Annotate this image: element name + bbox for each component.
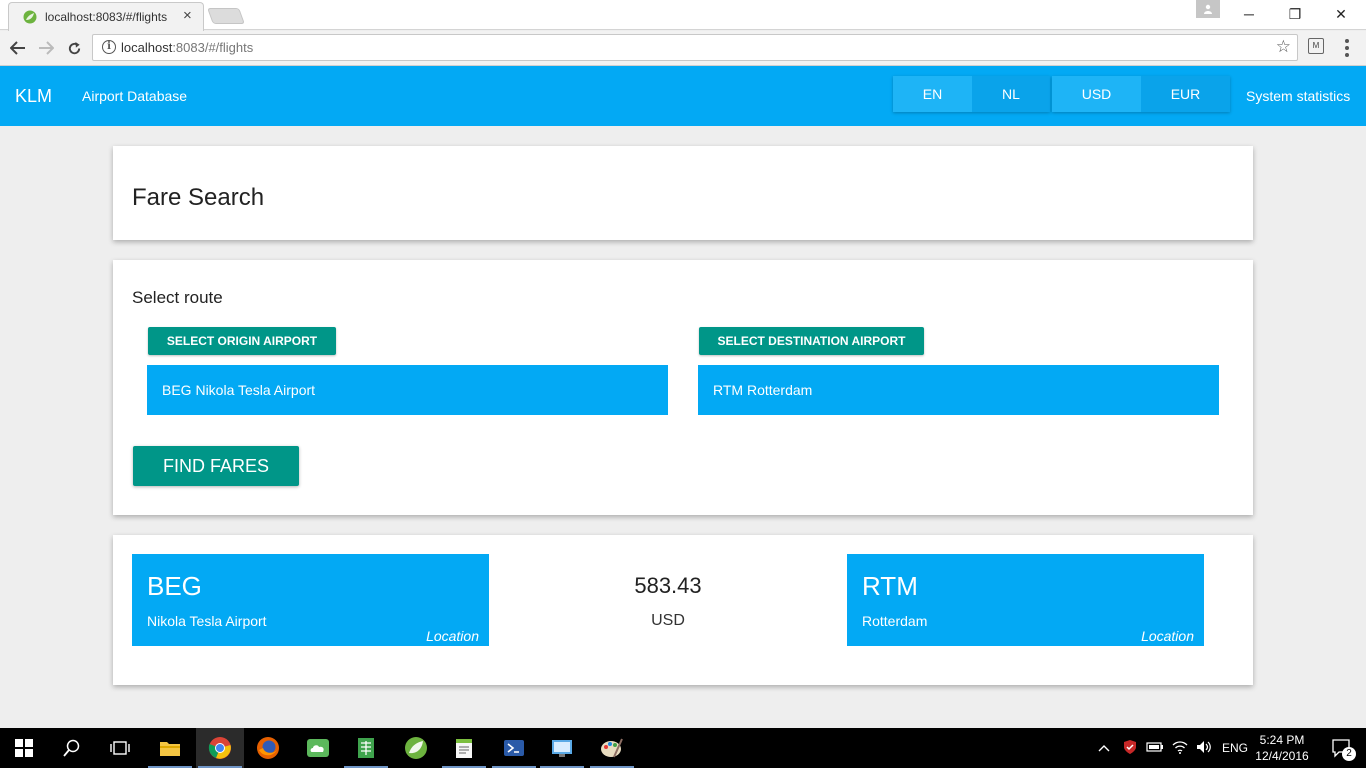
back-icon[interactable] [6,37,30,59]
site-info-icon[interactable]: i [102,40,116,54]
fare-result-card: BEG Nikola Tesla Airport Location 583.43… [113,535,1253,685]
destination-airport-field[interactable]: RTM Rotterdam [698,365,1219,415]
control-panel-icon[interactable] [538,728,586,768]
nav-airport-database[interactable]: Airport Database [82,88,187,104]
lang-en-button[interactable]: EN [893,76,972,112]
antivirus-icon[interactable] [1122,739,1138,758]
tab-title: localhost:8083/#/flights [45,10,168,24]
paint-icon[interactable] [588,728,636,768]
select-destination-button[interactable]: SELECT DESTINATION AIRPORT [699,327,924,355]
lang-nl-button[interactable]: NL [972,76,1050,112]
origin-airport-tile: BEG Nikola Tesla Airport Location [132,554,489,646]
file-explorer-icon[interactable] [146,728,194,768]
spreadsheet-icon[interactable] [342,728,390,768]
task-view-icon[interactable] [96,728,144,768]
address-bar[interactable]: i localhost:8083/#/flights ☆ [92,34,1298,61]
taskbar: ENG 5:24 PM 12/4/2016 2 [0,728,1366,768]
notification-count-badge: 2 [1342,747,1356,761]
route-label: Select route [132,288,223,307]
minimize-button[interactable]: ─ [1226,4,1272,24]
brand-logo[interactable]: KLM [15,86,52,107]
reload-icon[interactable] [62,37,86,59]
origin-name: Nikola Tesla Airport [147,613,267,629]
tray-overflow-icon[interactable] [1098,741,1112,755]
volume-icon[interactable] [1196,740,1212,757]
action-center-icon[interactable]: 2 [1318,728,1366,768]
chrome-menu-icon[interactable] [1340,37,1354,59]
browser-tab[interactable]: localhost:8083/#/flights × [8,2,204,31]
spring-icon[interactable] [392,728,440,768]
wifi-icon[interactable] [1172,740,1188,757]
firefox-icon[interactable] [244,728,292,768]
forward-icon[interactable] [34,37,58,59]
fare-currency: USD [651,612,685,629]
language-toggle: EN NL [893,76,1050,112]
destination-location-link[interactable]: Location [1141,628,1194,644]
destination-code: RTM [862,571,918,601]
input-language[interactable]: ENG [1222,741,1248,755]
taskbar-clock[interactable]: 5:24 PM 12/4/2016 [1252,732,1312,764]
route-card: Select route SELECT ORIGIN AIRPORT SELEC… [113,260,1253,515]
nav-system-statistics[interactable]: System statistics [1246,88,1350,104]
cloud-app-icon[interactable] [294,728,342,768]
fare-amount: 583.43 [634,573,702,598]
destination-airport-tile: RTM Rotterdam Location [847,554,1204,646]
battery-icon[interactable] [1146,741,1164,756]
url-text: localhost:8083/#/flights [121,40,254,55]
app-header: KLM Airport Database EN NL USD EUR Syste… [0,66,1366,126]
browser-toolbar: i localhost:8083/#/flights ☆ M [0,31,1366,66]
close-window-button[interactable]: ✕ [1318,4,1364,24]
origin-location-link[interactable]: Location [426,628,479,644]
search-icon[interactable] [48,728,96,768]
origin-code: BEG [147,571,202,601]
clock-time: 5:24 PM [1259,733,1305,747]
spring-leaf-icon [23,10,37,24]
restore-button[interactable]: ❐ [1272,4,1318,24]
start-icon[interactable] [0,728,48,768]
currency-eur-button[interactable]: EUR [1141,76,1230,112]
extension-icon[interactable]: M [1308,38,1324,54]
currency-toggle: USD EUR [1052,76,1230,112]
system-tray: ENG [1098,728,1248,768]
new-tab-button[interactable] [207,8,245,24]
find-fares-button[interactable]: FIND FARES [133,446,299,486]
notepad-icon[interactable] [440,728,488,768]
title-card: Fare Search [113,146,1253,240]
destination-name: Rotterdam [862,613,928,629]
origin-airport-field[interactable]: BEG Nikola Tesla Airport [147,365,668,415]
bookmark-star-icon[interactable]: ☆ [1276,37,1291,57]
browser-tabstrip: localhost:8083/#/flights × ─ ❐ ✕ [0,0,1366,31]
tab-close-icon[interactable]: × [183,7,192,25]
powershell-icon[interactable] [490,728,538,768]
page-title: Fare Search [132,184,265,211]
profile-icon[interactable] [1196,0,1220,18]
clock-date: 12/4/2016 [1255,749,1309,763]
select-origin-button[interactable]: SELECT ORIGIN AIRPORT [148,327,336,355]
currency-usd-button[interactable]: USD [1052,76,1141,112]
chrome-icon[interactable] [196,728,244,768]
